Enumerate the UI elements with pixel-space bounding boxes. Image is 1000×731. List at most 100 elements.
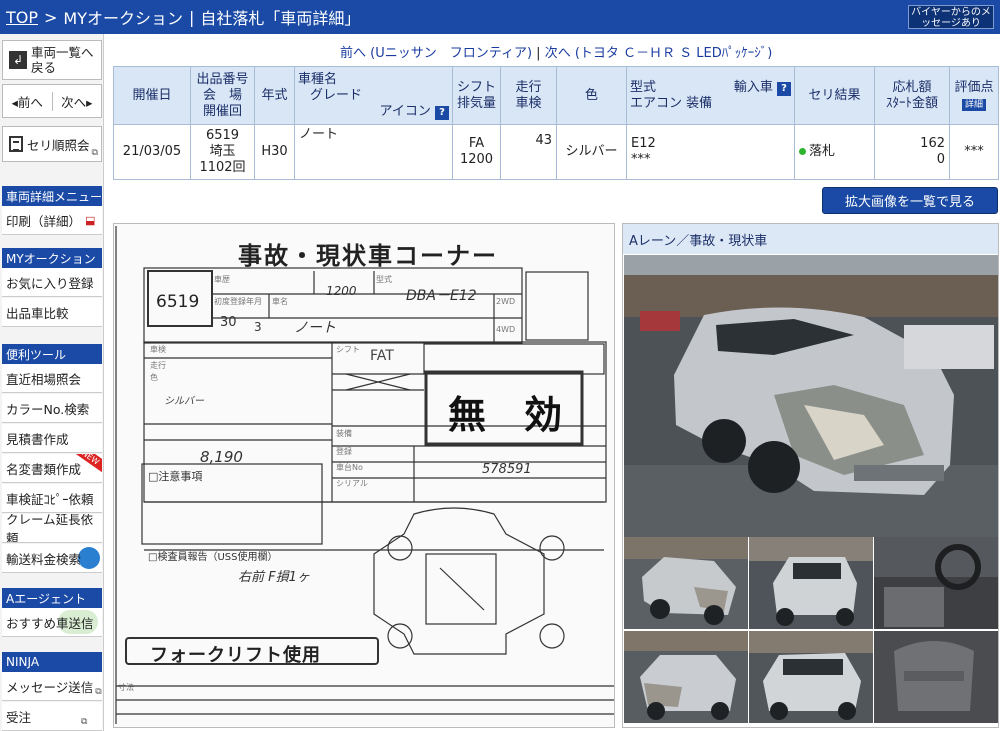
- cell-start-price: 0: [936, 152, 945, 167]
- col-type-import: 輸入車: [733, 79, 773, 95]
- thumb-photo-1[interactable]: [624, 537, 748, 629]
- col-lot-line1: 出品番号: [196, 71, 249, 87]
- thumb-photo-4[interactable]: [624, 631, 748, 723]
- svg-text:シフト: シフト: [336, 345, 360, 354]
- breadcrumb-top-link[interactable]: TOP: [6, 8, 38, 27]
- col-shift-line2: 排気量: [456, 95, 496, 111]
- col-price-line1: 応札額: [892, 79, 932, 95]
- agent-heading: Aエージェント: [2, 588, 102, 608]
- market-item[interactable]: 直近相場照会: [2, 364, 102, 393]
- shipping-label: 輸送料金検索: [6, 551, 82, 567]
- sheet-cc: 1200: [326, 284, 357, 298]
- inspection-copy-item[interactable]: 車検証ｺﾋﾟｰ依頼: [2, 484, 102, 513]
- thumb-photo-5[interactable]: [749, 631, 873, 723]
- cell-price-value: 162: [920, 136, 945, 151]
- sheet-title: 事故・現状車コーナー: [238, 241, 498, 270]
- claim-item[interactable]: クレーム延長依頼: [2, 514, 102, 543]
- cell-type-code: E12: [631, 136, 656, 151]
- external-window-icon: ⧉: [81, 717, 88, 727]
- car-front-left-photo-icon: [624, 537, 748, 629]
- thumb-photo-2[interactable]: [749, 537, 873, 629]
- thumb-photo-6[interactable]: [874, 631, 998, 723]
- name-change-item[interactable]: 名変書類作成 NEW: [2, 454, 102, 483]
- cell-lot-no: 6519: [205, 128, 240, 143]
- myauction-heading: MYオークション: [2, 248, 102, 268]
- cell-result-text: 落札: [809, 144, 836, 159]
- external-window-icon: ⧉: [95, 687, 102, 697]
- print-detail-item[interactable]: 印刷（詳細） ⬓: [2, 206, 102, 235]
- recommend-label: おすすめ車送信: [6, 615, 94, 631]
- list-icon: [9, 136, 23, 152]
- col-price: 応札額 ｽﾀｰﾄ金額: [874, 66, 950, 125]
- sheet-model-name: ノート: [294, 320, 336, 336]
- vehicle-menu-heading: 車両詳細メニュー: [2, 186, 102, 206]
- order-item[interactable]: 受注 ⧉: [2, 702, 102, 731]
- cell-type: E12 ***: [626, 124, 795, 180]
- favorite-item[interactable]: お気に入り登録: [2, 268, 102, 297]
- svg-text:車台No: 車台No: [336, 462, 363, 472]
- send-message-label: メッセージ送信: [6, 679, 94, 695]
- svg-text:4WD: 4WD: [496, 325, 515, 334]
- car-seat-photo-icon: [874, 631, 998, 723]
- car-photo-icon: [624, 255, 998, 537]
- col-lot-line2: 会 場: [202, 87, 242, 103]
- col-shift: シフト 排気量: [452, 66, 501, 125]
- sheet-notes-label: □注意事項: [148, 470, 203, 483]
- main-vehicle-photo[interactable]: [624, 255, 998, 537]
- table-header-row: 開催日 出品番号 会 場 開催回 年式 車種名 グレード アイコン ? シフト …: [113, 66, 999, 125]
- prev-next-group: ◂前へ 次へ▸: [2, 84, 102, 118]
- svg-text:初度登録年月: 初度登録年月: [214, 296, 262, 306]
- auction-sheet-image[interactable]: 車歴 初度登録年月 車名 型式 2WD 4WD 車検 走行色 シフト 装備 登録 車台No シリ…: [113, 223, 615, 728]
- rating-detail-badge[interactable]: 詳細: [961, 98, 986, 111]
- cell-year: H30: [254, 124, 295, 180]
- shipping-item[interactable]: 輸送料金検索: [2, 544, 102, 573]
- back-to-list-label: 車両一覧へ戻る: [31, 45, 94, 75]
- help-icon[interactable]: ?: [777, 81, 791, 96]
- compare-item[interactable]: 出品車比較: [2, 298, 102, 327]
- col-lot-line3: 開催回: [202, 103, 242, 119]
- back-to-list-button[interactable]: ↲ 車両一覧へ戻る: [2, 40, 102, 80]
- next-vehicle-button[interactable]: 次へ▸: [51, 91, 102, 111]
- buyer-message-button[interactable]: バイヤーからのメッセージあり: [908, 5, 994, 29]
- col-lot: 出品番号 会 場 開催回: [190, 66, 255, 125]
- cell-rating: ***: [949, 124, 999, 180]
- cell-result: 落札: [794, 124, 875, 180]
- seri-order-button[interactable]: セリ順照会 ⧉: [2, 126, 102, 162]
- sheet-chassis: 578591: [482, 462, 532, 477]
- help-icon[interactable]: ?: [435, 105, 449, 120]
- svg-text:登録: 登録: [336, 446, 352, 456]
- col-model-line1: 車種名: [298, 71, 338, 87]
- thumb-photo-3[interactable]: [874, 537, 998, 629]
- header-bar: TOP > MYオークション | 自社落札「車両詳細」 バイヤーからのメッセージ…: [0, 0, 1000, 34]
- sheet-mileage: 8,190: [200, 448, 243, 466]
- svg-text:走行: 走行: [150, 360, 166, 370]
- col-shift-line1: シフト: [456, 79, 496, 95]
- col-mileage-line1: 走行: [515, 79, 542, 95]
- view-enlarged-images-button[interactable]: 拡大画像を一覧で見る: [822, 187, 998, 214]
- prev-vehicle-link[interactable]: 前へ (Uニッサン フロンティア): [340, 46, 532, 61]
- col-type-line2: エアコン 装備: [630, 95, 713, 111]
- estimate-item[interactable]: 見積書作成: [2, 424, 102, 453]
- svg-text:色: 色: [150, 372, 158, 382]
- col-mileage: 走行 車検: [500, 66, 557, 125]
- col-result: セリ結果: [794, 66, 875, 125]
- cell-displacement: 1200: [459, 152, 494, 167]
- color-search-item[interactable]: カラーNo.検索: [2, 394, 102, 423]
- send-message-item[interactable]: メッセージ送信 ⧉: [2, 672, 102, 701]
- col-color: 色: [556, 66, 627, 125]
- car-interior-photo-icon: [874, 537, 998, 629]
- sheet-forklift: フォークリフト使用: [150, 645, 321, 666]
- car-front-photo-icon: [624, 631, 748, 723]
- sheet-color: シルバー: [164, 396, 204, 407]
- svg-text:シリアル: シリアル: [336, 479, 368, 488]
- prev-vehicle-button[interactable]: ◂前へ: [3, 92, 52, 111]
- order-label: 受注: [6, 709, 32, 725]
- col-mileage-line2: 車検: [515, 95, 542, 111]
- col-model: 車種名 グレード アイコン ?: [294, 66, 453, 125]
- recommend-item[interactable]: おすすめ車送信: [2, 608, 102, 637]
- col-price-line2: ｽﾀｰﾄ金額: [885, 95, 938, 111]
- next-vehicle-link[interactable]: 次へ (トヨタ Ｃ－ＨＲ Ｓ LEDﾊﾟｯｹｰｼﾞ): [545, 46, 773, 61]
- sheet-year: 30: [220, 315, 237, 330]
- cell-color: シルバー: [556, 124, 627, 180]
- cell-price: 162 0: [874, 124, 950, 180]
